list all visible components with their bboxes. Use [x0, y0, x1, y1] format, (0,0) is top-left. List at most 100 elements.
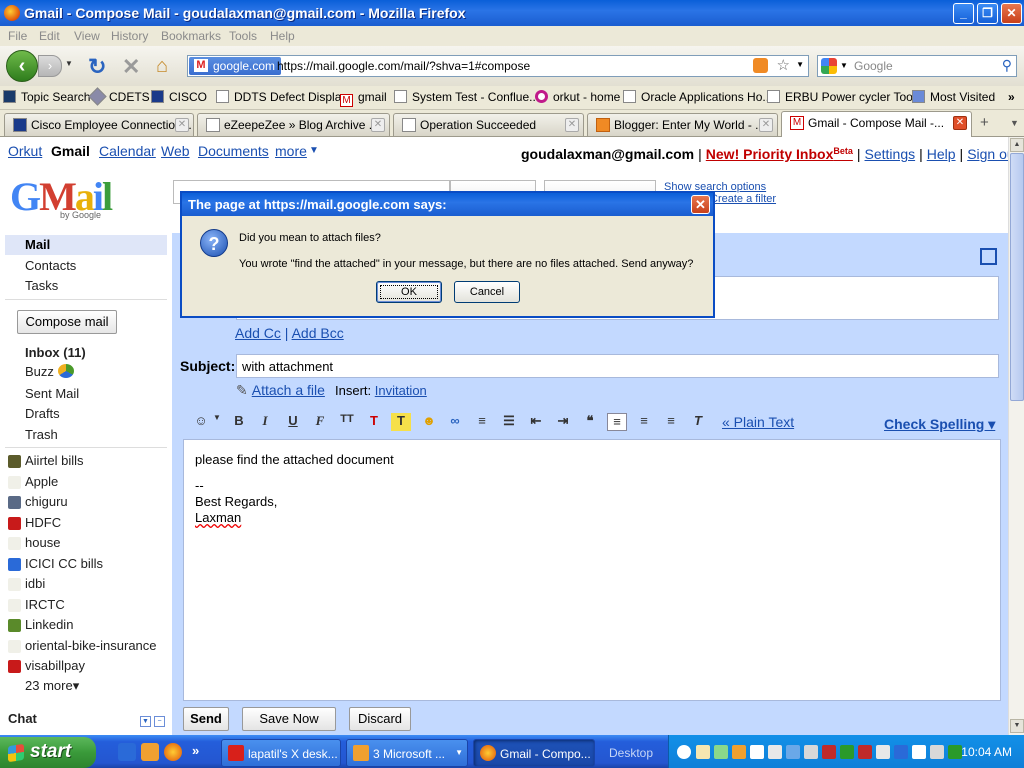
clock[interactable]: 10:04 AM [961, 745, 1012, 759]
insert-invitation-link[interactable]: Invitation [375, 383, 427, 398]
folder-trash[interactable]: Trash [25, 427, 58, 442]
folder-sent[interactable]: Sent Mail [25, 386, 79, 401]
google-engine-icon[interactable] [821, 58, 837, 74]
address-bar[interactable]: Mgoogle.com https://mail.google.com/mail… [187, 55, 809, 77]
close-tab-icon[interactable]: ✕ [371, 118, 385, 132]
link-icon[interactable]: ∞ [445, 413, 465, 431]
folder-drafts[interactable]: Drafts [25, 406, 60, 421]
emoticon-dropdown-icon[interactable]: ▼ [207, 413, 227, 431]
label-item[interactable]: Apple [25, 474, 58, 489]
more-dropdown-icon[interactable]: ▼ [309, 145, 319, 156]
label-color-swatch[interactable] [8, 455, 21, 468]
history-dropdown-icon[interactable]: ▼ [65, 59, 73, 68]
tray-security-icon[interactable] [822, 745, 836, 759]
rss-icon[interactable] [753, 58, 768, 73]
popout-icon[interactable] [980, 248, 997, 265]
message-body[interactable]: please find the attached document -- Bes… [183, 439, 1001, 701]
font-size-icon[interactable]: TT [337, 413, 357, 431]
create-filter-link[interactable]: Create a filter [710, 193, 776, 205]
label-item[interactable]: HDFC [25, 515, 61, 530]
bookmark-most-visited[interactable]: Most Visited [912, 90, 995, 104]
label-item[interactable]: Linkedin [25, 617, 73, 632]
menu-help[interactable]: Help [270, 29, 295, 43]
menu-history[interactable]: History [111, 29, 148, 43]
reload-icon[interactable]: ↻ [88, 54, 106, 80]
tab-list-icon[interactable]: ▼ [1010, 118, 1019, 128]
label-color-swatch[interactable] [8, 640, 21, 653]
label-item[interactable]: oriental-bike-insurance [25, 638, 157, 653]
tray-network-icon[interactable] [714, 745, 728, 759]
underline-icon[interactable]: U [283, 413, 303, 431]
bookmark-erbu[interactable]: ERBU Power cycler Tool [767, 90, 916, 104]
numbered-list-icon[interactable]: ≡ [472, 413, 492, 431]
menu-file[interactable]: File [8, 29, 27, 43]
bookmarks-overflow-icon[interactable]: » [1008, 90, 1015, 104]
tray-app-icon[interactable] [858, 745, 872, 759]
attach-file-link[interactable]: ✎ Attach a file [236, 382, 325, 399]
topnav-orkut[interactable]: Orkut [8, 143, 42, 159]
site-identity-badge[interactable]: Mgoogle.com [189, 57, 282, 75]
bold-icon[interactable]: B [229, 413, 249, 431]
label-color-swatch[interactable] [8, 537, 21, 550]
topnav-more[interactable]: more [275, 143, 307, 159]
outdent-icon[interactable]: ⇤ [526, 413, 546, 431]
search-bar[interactable]: ▼ Google ⚲ [817, 55, 1017, 77]
quicklaunch-clock-icon[interactable] [141, 743, 159, 761]
tray-display-icon[interactable] [930, 745, 944, 759]
chat-minimize-icon[interactable]: − [154, 716, 165, 727]
tray-monitor-icon[interactable] [768, 745, 782, 759]
search-input[interactable]: Google [854, 59, 893, 73]
label-item[interactable]: chiguru [25, 494, 68, 509]
quote-icon[interactable]: ❝ [580, 413, 600, 431]
font-icon[interactable]: F [310, 413, 330, 431]
signout-link[interactable]: Sign out [967, 146, 1008, 162]
search-icon[interactable]: ⚲ [1002, 57, 1012, 74]
bookmark-gmail[interactable]: Mgmail [340, 90, 387, 107]
chat-dropdown-icon[interactable]: ▼ [140, 716, 151, 727]
tab-blogger[interactable]: Blogger: Enter My World - ... ✕ [587, 113, 778, 136]
forward-button[interactable]: › [38, 55, 62, 77]
close-tab-icon[interactable]: ✕ [565, 118, 579, 132]
menu-view[interactable]: View [74, 29, 100, 43]
label-item[interactable]: IRCTC [25, 597, 65, 612]
task-microsoft[interactable]: 3 Microsoft ... ▼ [346, 739, 468, 767]
label-item[interactable]: ICICI CC bills [25, 556, 103, 571]
label-item[interactable]: Aiirtel bills [25, 453, 84, 468]
tray-app-icon[interactable] [876, 745, 890, 759]
align-right-icon[interactable]: ≡ [661, 413, 681, 431]
add-bcc-link[interactable]: Add Bcc [292, 325, 344, 341]
tray-app-icon[interactable] [948, 745, 962, 759]
smiley-icon[interactable]: ☻ [419, 413, 439, 431]
topnav-web[interactable]: Web [161, 143, 190, 159]
dialog-ok-button[interactable]: OK [376, 281, 442, 303]
italic-icon[interactable]: I [255, 413, 275, 431]
indent-icon[interactable]: ⇥ [553, 413, 573, 431]
tray-expand-icon[interactable] [677, 745, 691, 759]
scroll-thumb[interactable] [1010, 153, 1024, 401]
nav-contacts[interactable]: Contacts [25, 258, 76, 273]
tray-mail-icon[interactable] [696, 745, 710, 759]
tray-sync-icon[interactable] [786, 745, 800, 759]
plain-text-link[interactable]: « Plain Text [722, 414, 794, 430]
back-button[interactable]: ‹ [6, 50, 38, 82]
new-tab-icon[interactable]: + [980, 114, 989, 131]
label-color-swatch[interactable] [8, 660, 21, 673]
bookmark-ddts[interactable]: DDTS Defect Display [216, 90, 347, 104]
discard-button[interactable]: Discard [349, 707, 411, 731]
label-color-swatch[interactable] [8, 517, 21, 530]
dialog-cancel-button[interactable]: Cancel [454, 281, 520, 303]
engine-dropdown-icon[interactable]: ▼ [840, 61, 848, 70]
compose-mail-button[interactable]: Compose mail [17, 310, 117, 334]
tray-app-icon[interactable] [804, 745, 818, 759]
close-tab-icon[interactable]: ✕ [175, 118, 189, 132]
label-item[interactable]: house [25, 535, 60, 550]
priority-inbox-link[interactable]: New! Priority InboxBeta [706, 146, 853, 162]
tray-bluetooth-icon[interactable] [894, 745, 908, 759]
chat-header[interactable]: Chat [8, 711, 37, 726]
topnav-calendar[interactable]: Calendar [99, 143, 156, 159]
menu-bookmarks[interactable]: Bookmarks [161, 29, 221, 43]
nav-mail[interactable]: Mail [5, 235, 167, 255]
label-item[interactable]: visabillpay [25, 658, 85, 673]
close-window-button[interactable]: ✕ [1001, 3, 1022, 24]
task-lapatil[interactable]: lapatil's X desk... [221, 739, 341, 767]
